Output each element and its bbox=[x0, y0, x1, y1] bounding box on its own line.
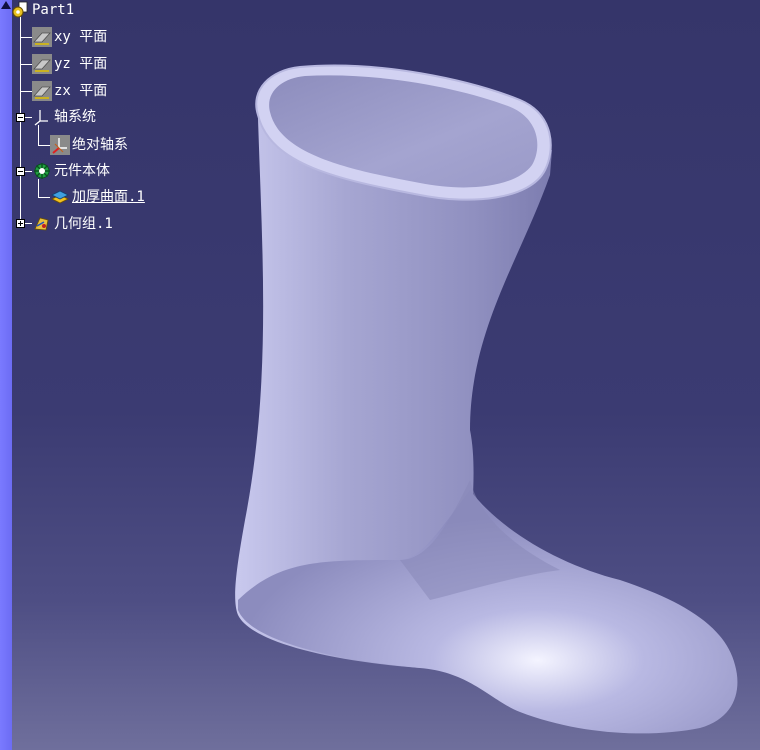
tree-item-part-body[interactable]: 元件本体 bbox=[32, 161, 110, 181]
plane-icon bbox=[32, 27, 52, 47]
part-gear-icon bbox=[12, 1, 28, 18]
tree-item-label: 几何组.1 bbox=[54, 216, 113, 232]
tree-item-yz-plane[interactable]: yz 平面 bbox=[32, 54, 107, 74]
tree-item-label: xy 平面 bbox=[54, 29, 108, 45]
tree-root-label: Part1 bbox=[32, 2, 75, 18]
tree-item-absolute-axis[interactable]: 绝对轴系 bbox=[50, 135, 128, 155]
expand-geometric-set-toggle[interactable] bbox=[16, 219, 25, 228]
plane-icon bbox=[32, 81, 52, 101]
thick-surface-icon bbox=[51, 190, 69, 204]
tree-item-zx-plane[interactable]: zx 平面 bbox=[32, 81, 107, 101]
plane-icon bbox=[32, 54, 52, 74]
collapse-axis-system-toggle[interactable] bbox=[16, 113, 25, 122]
tree-item-axis-system[interactable]: 轴系统 bbox=[32, 107, 96, 127]
tree-item-label: 元件本体 bbox=[54, 163, 110, 179]
geometric-set-icon bbox=[34, 217, 49, 231]
tree-item-label: 加厚曲面.1 bbox=[72, 189, 145, 205]
tree-item-label: 绝对轴系 bbox=[72, 137, 128, 153]
axis-system-icon bbox=[34, 110, 48, 126]
tree-root-part[interactable]: Part1 bbox=[10, 0, 74, 20]
left-scroll-bar[interactable] bbox=[0, 0, 12, 750]
tree-item-geometric-set[interactable]: 几何组.1 bbox=[32, 214, 113, 234]
tree-item-label: 轴系统 bbox=[54, 109, 96, 125]
tree-item-label: yz 平面 bbox=[54, 56, 108, 72]
tree-item-xy-plane[interactable]: xy 平面 bbox=[32, 27, 107, 47]
tree-item-thick-surface[interactable]: 加厚曲面.1 bbox=[50, 187, 145, 207]
specification-tree[interactable]: Part1 xy 平面 yz 平面 zx 平面 轴系统 绝对轴系 元件本体 加厚… bbox=[12, 0, 212, 240]
tree-item-label: zx 平面 bbox=[54, 83, 108, 99]
absolute-axis-icon bbox=[50, 135, 70, 155]
part-body-icon bbox=[34, 163, 50, 179]
collapse-part-body-toggle[interactable] bbox=[16, 167, 25, 176]
3d-viewport[interactable]: Part1 xy 平面 yz 平面 zx 平面 轴系统 绝对轴系 元件本体 加厚… bbox=[0, 0, 760, 750]
